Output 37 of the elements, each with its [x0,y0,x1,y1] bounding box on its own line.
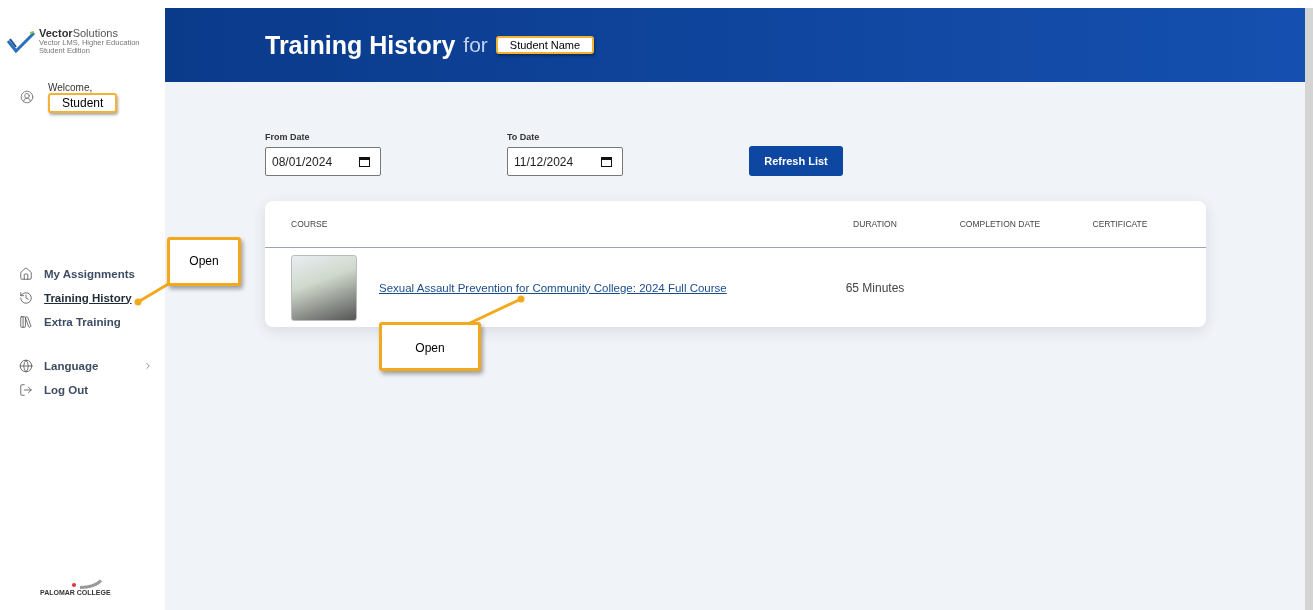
menu-link[interactable]: Language [19,358,154,373]
calendar-icon[interactable] [601,156,612,167]
date-label: From Date [265,132,311,142]
column-header: DURATION [852,219,898,229]
student-name: Student Name [495,36,595,54]
user-icon [20,89,34,104]
swoosh-icon [72,579,102,589]
table-cell-text: 65 Minutes [844,280,906,295]
calendar-icon[interactable] [359,156,370,167]
date-label: To Date [507,132,541,142]
course-link[interactable]: Sexual Assault Prevention for Community College: 2024 Full Course [379,281,727,294]
date-field[interactable]: 08/01/2024 [265,147,381,176]
page-title: Training History [265,30,456,60]
globe-icon [19,358,33,373]
brand-name: VectorSolutions [39,28,119,39]
column-header: COMPLETION DATE [958,219,1042,229]
column-header: CERTIFICATE [1091,219,1149,229]
books-icon [19,314,33,329]
photo-placeholder [291,254,357,321]
scrollbar[interactable] [1305,8,1313,610]
date-field[interactable]: 11/12/2024 [507,147,623,176]
user-name: Student [48,92,118,113]
title-for: for [463,33,488,57]
refresh-button[interactable]: Refresh List [749,146,843,176]
welcome-text: Welcome, [48,81,94,93]
callout-note: Open [379,322,481,371]
history-icon [19,290,33,305]
menu-link[interactable]: Log Out [19,382,89,397]
column-header: COURSE [291,219,329,229]
leader-line [468,294,526,325]
nav-link[interactable]: My Assignments [19,266,135,281]
logo-icon [6,30,36,53]
nav-link[interactable]: Training History [19,290,132,305]
nav-link[interactable]: Extra Training [19,314,121,329]
logout-icon [19,382,33,397]
callout-note: Open [167,237,241,286]
home-icon [19,266,33,281]
